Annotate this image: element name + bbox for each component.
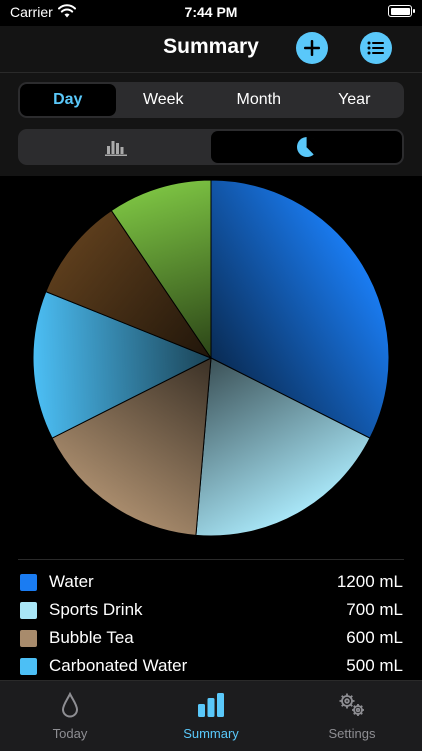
tab-summary[interactable]: Summary xyxy=(141,681,281,751)
period-tab-month[interactable]: Month xyxy=(211,84,307,116)
legend-name: Carbonated Water xyxy=(49,656,188,675)
drop-icon xyxy=(61,691,79,718)
period-tab-day[interactable]: Day xyxy=(20,84,116,116)
legend-row-water: Water 1200 mL xyxy=(0,570,422,594)
page-title: Summary xyxy=(163,35,259,58)
legend-name: Bubble Tea xyxy=(49,628,134,647)
plus-icon xyxy=(304,40,320,56)
chart-type-toggle xyxy=(18,129,404,165)
divider xyxy=(18,559,404,560)
legend-row-carbonated-water: Carbonated Water 500 mL xyxy=(0,654,422,678)
legend-name: Water xyxy=(49,572,94,591)
tab-label: Today xyxy=(52,726,88,741)
add-button[interactable] xyxy=(296,32,328,64)
chart-area xyxy=(0,176,422,560)
bar-chart-icon xyxy=(104,141,127,156)
legend-row-bubble-tea: Bubble Tea 600 mL xyxy=(0,626,422,650)
status-bar: Carrier 7:44 PM xyxy=(0,0,422,26)
tab-label: Settings xyxy=(328,726,376,741)
status-time: 7:44 PM xyxy=(184,4,238,20)
nav-header: Summary xyxy=(0,26,422,73)
legend-row-sports-drink: Sports Drink 700 mL xyxy=(0,598,422,622)
battery-icon xyxy=(388,5,415,17)
legend-swatch xyxy=(20,574,37,591)
legend-amount: 600 mL xyxy=(346,628,403,647)
legend-swatch xyxy=(20,602,37,619)
legend-amount: 1200 mL xyxy=(336,572,403,591)
pie-chart-icon xyxy=(296,136,317,157)
pie-chart-toggle[interactable] xyxy=(211,131,402,163)
bar-chart-toggle[interactable] xyxy=(20,131,211,163)
tab-label: Summary xyxy=(183,726,239,741)
legend-name: Sports Drink xyxy=(49,600,143,619)
list-icon xyxy=(367,41,384,55)
tab-settings[interactable]: Settings xyxy=(282,681,422,751)
tab-today[interactable]: Today xyxy=(0,681,140,751)
list-button[interactable] xyxy=(360,32,392,64)
legend-swatch xyxy=(20,658,37,675)
period-tab-week[interactable]: Week xyxy=(116,84,212,116)
gears-icon xyxy=(339,693,364,716)
bar-chart-icon xyxy=(198,693,224,717)
tab-bar: Today Summary Settings xyxy=(0,680,422,751)
period-tab-year[interactable]: Year xyxy=(307,84,403,116)
pie-chart xyxy=(32,179,390,537)
legend-swatch xyxy=(20,630,37,647)
period-segmented-control: Day Week Month Year xyxy=(18,82,404,118)
legend-amount: 700 mL xyxy=(346,600,403,619)
controls-panel: Day Week Month Year xyxy=(0,73,422,176)
legend-amount: 500 mL xyxy=(346,656,403,675)
